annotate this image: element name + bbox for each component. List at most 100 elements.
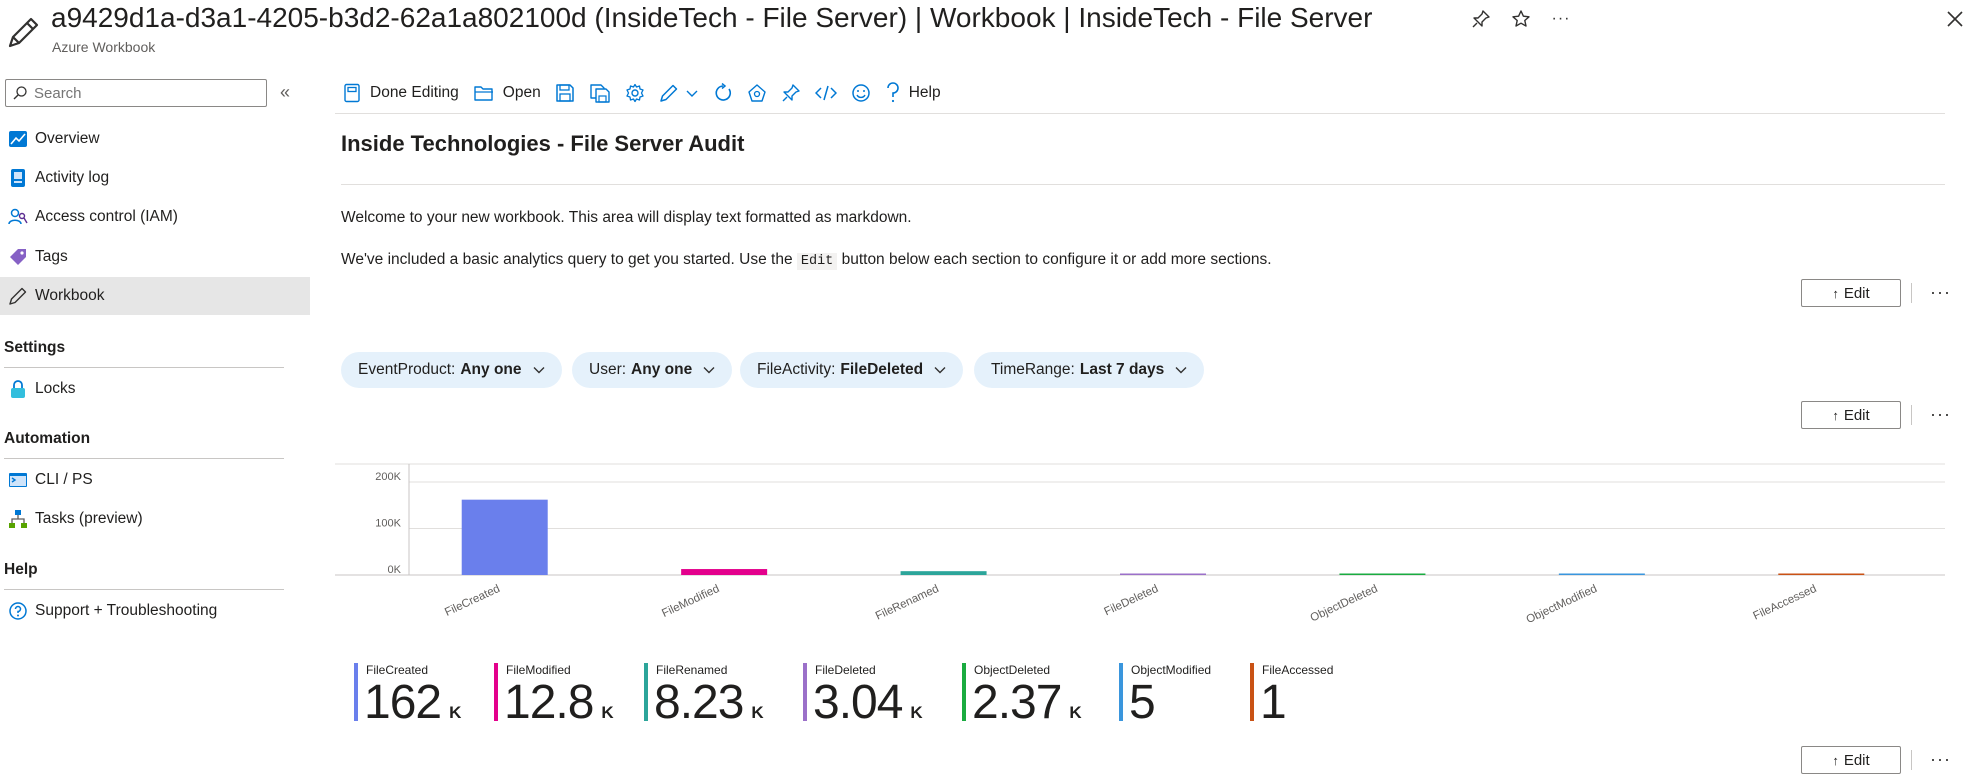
sidebar-item-label: Support + Troubleshooting — [35, 602, 218, 619]
sidebar-item-iam[interactable]: Access control (IAM) — [0, 198, 310, 236]
help-button[interactable]: Help — [878, 74, 948, 112]
terminal-icon — [0, 461, 35, 499]
section-settings: Settings — [4, 339, 66, 356]
sidebar-search[interactable] — [5, 79, 267, 107]
tile-color-bar — [1250, 663, 1254, 721]
edit-button[interactable]: ↑ Edit — [1801, 746, 1901, 774]
share-button[interactable] — [740, 74, 774, 112]
pencil-icon — [0, 277, 35, 315]
x-tick-label: FileCreated — [443, 583, 502, 619]
favorite-star-icon[interactable] — [1510, 8, 1532, 30]
bar-filecreated — [461, 499, 548, 575]
iam-icon — [0, 198, 35, 236]
tile-number: 1 — [1260, 676, 1287, 729]
inline-code: Edit — [796, 253, 838, 270]
folder-open-icon — [474, 86, 493, 101]
sidebar-item-support[interactable]: Support + Troubleshooting — [0, 592, 310, 630]
save-as-button[interactable] — [582, 74, 618, 112]
x-tick-label: FileRenamed — [874, 583, 941, 623]
param-event-product[interactable]: EventProduct: Any one — [341, 352, 562, 388]
x-tick-label: FileDeleted — [1102, 583, 1160, 618]
sidebar-item-locks[interactable]: Locks — [0, 370, 310, 408]
x-tick-label: ObjectDeleted — [1309, 583, 1380, 625]
markdown-paragraph: We've included a basic analytics query t… — [341, 251, 1272, 270]
bar-chart: 0K 100K 200K FileCreated FileModified FileRen… — [335, 463, 1945, 626]
feedback-button[interactable] — [844, 74, 878, 112]
more-options-icon[interactable]: ··· — [1930, 404, 1951, 425]
sidebar-item-workbook[interactable]: Workbook — [0, 277, 310, 315]
advanced-editor-button[interactable] — [808, 74, 844, 112]
bar-objectdeleted — [1339, 573, 1426, 575]
param-file-activity[interactable]: FileActivity: FileDeleted — [740, 352, 964, 388]
notebook-icon — [344, 83, 360, 103]
param-value: FileDeleted — [840, 361, 924, 378]
sidebar-item-overview[interactable]: Overview — [0, 120, 310, 158]
edit-label: Edit — [1843, 406, 1870, 424]
close-icon[interactable] — [1944, 8, 1966, 30]
arrow-up-icon: ↑ — [1832, 752, 1839, 768]
tile-value: 12.8 K — [504, 675, 614, 730]
chevron-down-icon — [934, 367, 946, 374]
edit-button[interactable]: ↑ Edit — [1801, 279, 1901, 307]
tile-value: 5 — [1129, 675, 1163, 730]
activity-log-icon — [0, 159, 35, 197]
tile-unit: K — [1069, 703, 1082, 722]
title-bar: a9429d1a-d3a1-4205-b3d2-62a1a802100d (In… — [0, 0, 1975, 58]
bar-fileaccessed — [1778, 573, 1865, 575]
edit-style-button[interactable] — [652, 74, 706, 112]
param-value: Last 7 days — [1079, 361, 1165, 378]
text-span: button below each section to configure i… — [837, 251, 1272, 268]
pin-button[interactable] — [774, 74, 808, 112]
chevron-down-icon — [533, 367, 545, 374]
bar-filedeleted — [1120, 573, 1206, 575]
sidebar-item-activity-log[interactable]: Activity log — [0, 159, 310, 197]
sidebar-item-tags[interactable]: Tags — [0, 238, 310, 276]
sidebar-item-tasks[interactable]: Tasks (preview) — [0, 500, 310, 538]
chevron-down-icon[interactable] — [685, 86, 699, 100]
refresh-button[interactable] — [706, 74, 740, 112]
x-tick-label: FileAccessed — [1751, 583, 1818, 623]
section-divider — [4, 367, 284, 368]
done-editing-button[interactable]: Done Editing — [335, 74, 466, 112]
param-name: User: — [589, 361, 627, 378]
sidebar-item-label: CLI / PS — [35, 471, 93, 488]
more-options-icon[interactable]: ··· — [1550, 8, 1572, 30]
save-button[interactable] — [548, 74, 582, 112]
sidebar-item-label: Tasks (preview) — [35, 510, 143, 527]
pin-icon — [782, 84, 800, 102]
sidebar-item-label: Workbook — [35, 287, 105, 304]
tile-unit: K — [601, 703, 614, 722]
pin-icon[interactable] — [1470, 8, 1492, 30]
param-name: EventProduct: — [358, 361, 456, 378]
code-icon — [814, 85, 837, 101]
tile-value: 8.23 K — [654, 675, 764, 730]
more-options-icon[interactable]: ··· — [1930, 749, 1951, 770]
pencil-icon — [8, 17, 39, 48]
param-time-range[interactable]: TimeRange: Last 7 days — [974, 352, 1205, 388]
y-tick-label: 100K — [375, 518, 401, 530]
tile-number: 162 — [364, 676, 442, 729]
title-actions: ··· — [1470, 8, 1572, 30]
edit-button[interactable]: ↑ Edit — [1801, 401, 1901, 429]
collapse-sidebar-icon[interactable]: « — [280, 82, 290, 103]
more-options-icon[interactable]: ··· — [1930, 282, 1951, 303]
smiley-icon — [851, 84, 870, 102]
bar-filemodified — [681, 569, 768, 575]
tile-value: 1 — [1260, 675, 1294, 730]
sidebar-search-input[interactable] — [34, 84, 254, 102]
sidebar-item-cli-ps[interactable]: CLI / PS — [0, 461, 310, 499]
tile-color-bar — [803, 663, 807, 721]
tile-number: 2.37 — [972, 676, 1062, 729]
workbook-toolbar: Done Editing Open Help — [335, 74, 948, 112]
window-subtitle: Azure Workbook — [52, 39, 156, 55]
save-icon — [555, 84, 574, 102]
param-name: FileActivity: — [757, 361, 836, 378]
param-user[interactable]: User: Any one — [572, 352, 733, 388]
arrow-up-icon: ↑ — [1832, 285, 1839, 301]
settings-button[interactable] — [618, 74, 652, 112]
lock-icon — [0, 370, 35, 408]
text-span: We've included a basic analytics query t… — [341, 251, 797, 268]
help-circle-icon — [0, 592, 35, 630]
open-button[interactable]: Open — [466, 74, 548, 112]
search-icon — [6, 80, 34, 106]
